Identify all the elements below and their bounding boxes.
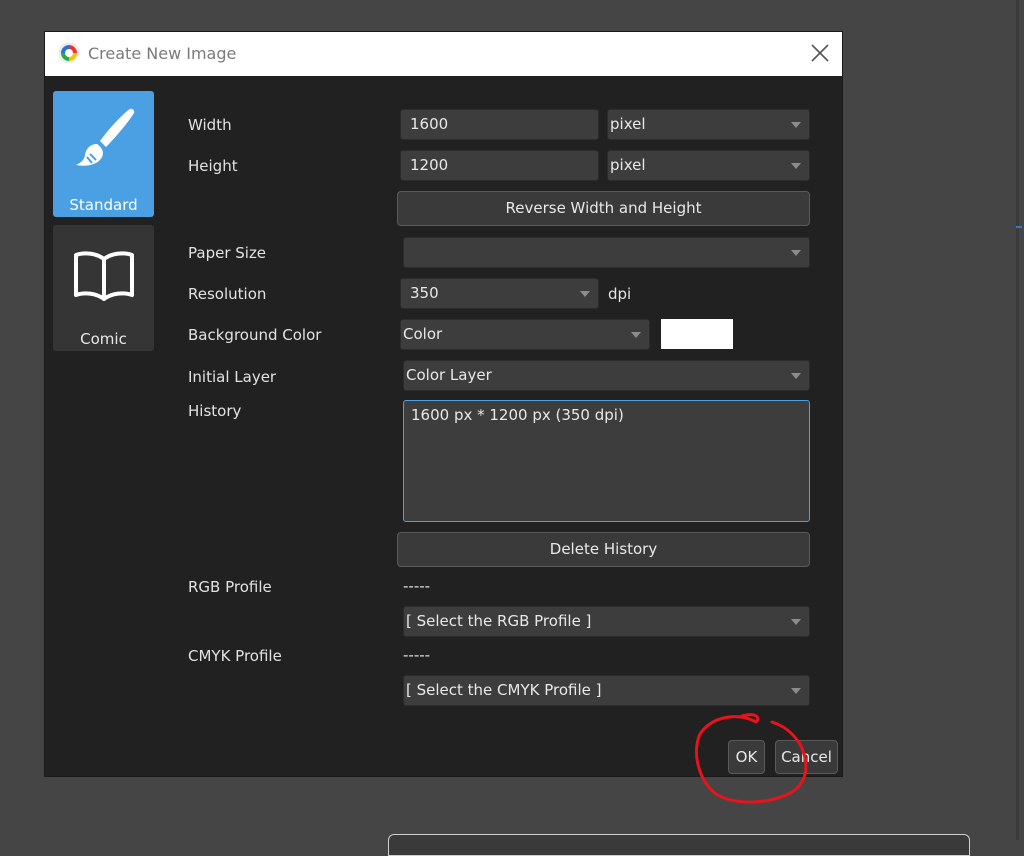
app-logo-icon bbox=[59, 43, 79, 63]
rgb-profile-select[interactable]: [ Select the RGB Profile ] bbox=[403, 606, 810, 637]
height-label: Height bbox=[188, 157, 238, 175]
tab-comic[interactable]: Comic bbox=[53, 225, 154, 351]
initial-layer-label: Initial Layer bbox=[188, 368, 277, 386]
cmyk-profile-value: ----- bbox=[403, 646, 431, 664]
dialog-title: Create New Image bbox=[88, 44, 237, 63]
history-item[interactable]: 1600 px * 1200 px (350 dpi) bbox=[411, 406, 802, 424]
open-book-icon bbox=[74, 251, 134, 301]
background-panel bbox=[388, 834, 970, 856]
history-label: History bbox=[188, 402, 242, 420]
width-label: Width bbox=[188, 116, 232, 134]
dialog-titlebar: Create New Image bbox=[45, 32, 842, 76]
tab-standard[interactable]: Standard bbox=[53, 91, 154, 217]
paper-size-select[interactable] bbox=[403, 237, 810, 268]
background-color-label: Background Color bbox=[188, 326, 322, 344]
initial-layer-select[interactable]: Color Layer bbox=[403, 360, 810, 391]
history-list[interactable]: 1600 px * 1200 px (350 dpi) bbox=[403, 400, 810, 522]
width-input[interactable]: 1600 bbox=[400, 109, 599, 140]
background-accent-tick bbox=[1016, 226, 1022, 228]
rgb-profile-value: ----- bbox=[403, 577, 431, 595]
resolution-unit: dpi bbox=[608, 285, 632, 303]
reverse-width-height-button[interactable]: Reverse Width and Height bbox=[397, 191, 810, 226]
brush-icon bbox=[76, 108, 135, 166]
height-input[interactable]: 1200 bbox=[400, 150, 599, 181]
cancel-button[interactable]: Cancel bbox=[775, 740, 838, 774]
delete-history-button[interactable]: Delete History bbox=[397, 532, 810, 567]
background-color-select[interactable]: Color bbox=[400, 319, 650, 350]
tab-comic-label: Comic bbox=[80, 330, 127, 348]
background-color-swatch[interactable] bbox=[661, 319, 733, 349]
paper-size-label: Paper Size bbox=[188, 244, 267, 262]
cmyk-profile-label: CMYK Profile bbox=[188, 647, 282, 665]
rgb-profile-label: RGB Profile bbox=[188, 578, 272, 596]
width-unit-select[interactable]: pixel bbox=[607, 109, 810, 140]
background-window-edge bbox=[1016, 0, 1019, 840]
resolution-select[interactable]: 350 bbox=[400, 278, 599, 309]
create-new-image-dialog: Create New Image Standard Comic Width He… bbox=[45, 32, 842, 776]
height-unit-select[interactable]: pixel bbox=[607, 150, 810, 181]
resolution-label: Resolution bbox=[188, 285, 267, 303]
ok-button[interactable]: OK bbox=[728, 740, 765, 774]
tab-standard-label: Standard bbox=[69, 196, 138, 214]
cmyk-profile-select[interactable]: [ Select the CMYK Profile ] bbox=[403, 675, 810, 706]
close-icon[interactable] bbox=[807, 40, 833, 66]
